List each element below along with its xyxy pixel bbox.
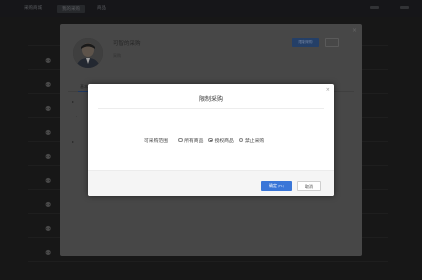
purchase-range-label: 可采购范围 <box>144 138 168 144</box>
radio-authorized-goods[interactable]: 授权商品 <box>208 137 234 144</box>
radio-forbid-purchase[interactable]: 禁止采购 <box>238 137 265 144</box>
dialog-footer: 确定(F1) 取消 <box>88 170 334 196</box>
purchase-range-row: 可采购范围 所有商品 授权商品 禁止采购 <box>144 136 269 144</box>
radio-circle-icon[interactable] <box>238 137 244 143</box>
title-divider <box>98 108 324 109</box>
radio-all-goods[interactable]: 所有商品 <box>178 137 203 144</box>
radio-label: 所有商品 <box>184 138 204 144</box>
close-icon[interactable]: × <box>326 87 330 93</box>
dialog-title: 限制采购 <box>198 96 223 103</box>
radio-circle-checked-icon[interactable] <box>208 137 213 143</box>
radio-label: 禁止采购 <box>244 138 265 144</box>
cancel-button[interactable]: 取消 <box>297 181 321 191</box>
confirm-shortcut: (F1) <box>278 184 284 188</box>
radio-label: 授权商品 <box>214 138 234 144</box>
limit-purchase-dialog: × 限制采购 可采购范围 所有商品 授权商品 禁止采购 确定(F1) 取消 <box>88 84 334 196</box>
confirm-button[interactable]: 确定(F1) <box>261 181 292 191</box>
confirm-label: 确定 <box>269 183 277 188</box>
radio-circle-icon[interactable] <box>178 137 183 143</box>
